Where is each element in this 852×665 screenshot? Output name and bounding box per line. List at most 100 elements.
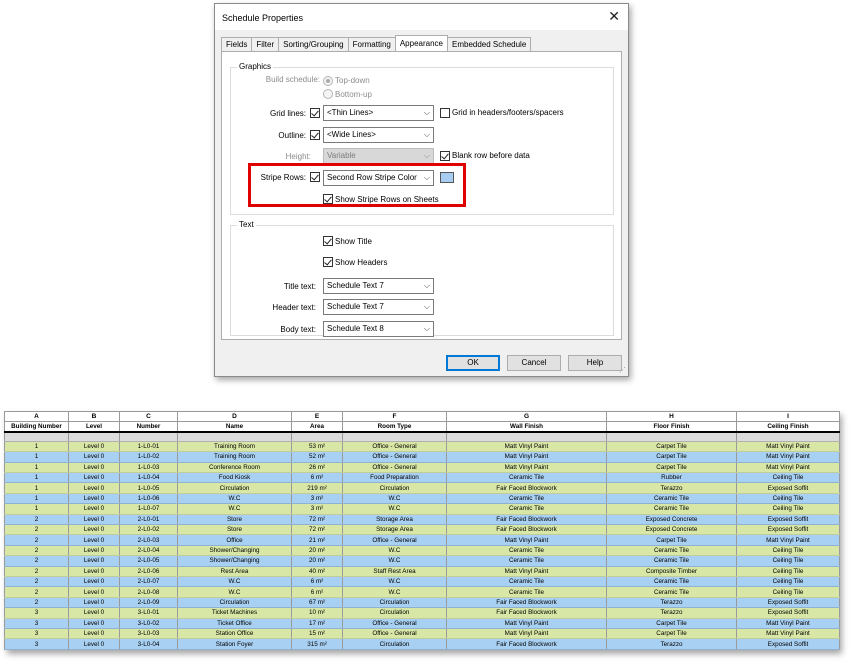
spacer-cell[interactable] [4, 432, 69, 442]
table-cell[interactable]: Level 0 [68, 607, 120, 619]
table-cell[interactable]: 2 [4, 524, 69, 536]
table-cell[interactable]: W.C [342, 586, 447, 598]
spacer-cell[interactable] [177, 432, 292, 442]
spacer-cell[interactable] [736, 432, 840, 442]
column-header[interactable]: Room Type [342, 421, 447, 434]
table-cell[interactable]: Ceiling Tile [736, 566, 840, 577]
table-cell[interactable]: Training Room [177, 441, 292, 453]
table-cell[interactable]: Ceramic Tile [606, 586, 737, 598]
table-cell[interactable]: Ticket Machines [177, 607, 292, 619]
table-cell[interactable]: 6 m² [291, 472, 343, 484]
table-cell[interactable]: Terazzo [606, 482, 737, 494]
table-cell[interactable]: 219 m² [291, 482, 343, 494]
tab-embedded-schedule[interactable]: Embedded Schedule [447, 37, 532, 52]
table-cell[interactable]: Rubber [606, 472, 737, 484]
table-cell[interactable]: Office - General [342, 451, 447, 463]
table-cell[interactable]: Circulation [342, 607, 447, 619]
outline-checkbox[interactable] [310, 130, 320, 140]
table-cell[interactable]: Ceiling Tile [736, 493, 840, 505]
table-cell[interactable]: 315 m² [291, 638, 343, 650]
table-cell[interactable]: W.C [342, 545, 447, 557]
table-cell[interactable]: Ceramic Tile [606, 576, 737, 588]
table-cell[interactable]: Matt Vinyl Paint [446, 451, 607, 463]
table-cell[interactable]: Matt Vinyl Paint [446, 628, 607, 640]
table-cell[interactable]: 3 [4, 638, 69, 650]
table-cell[interactable]: Fair Faced Blockwork [446, 482, 607, 494]
top-down-radio[interactable] [323, 76, 333, 86]
table-cell[interactable]: 1 [4, 503, 69, 515]
table-cell[interactable]: Ceramic Tile [606, 545, 737, 557]
table-cell[interactable]: Exposed Soffit [736, 607, 840, 619]
table-cell[interactable]: Matt Vinyl Paint [446, 566, 607, 577]
table-cell[interactable]: Storage Area [342, 514, 447, 526]
column-header[interactable]: Name [177, 421, 292, 434]
table-cell[interactable]: Ceramic Tile [606, 493, 737, 505]
table-cell[interactable]: Level 0 [68, 638, 120, 650]
table-cell[interactable]: Terazzo [606, 607, 737, 619]
table-cell[interactable]: Matt Vinyl Paint [736, 628, 840, 640]
table-cell[interactable]: Shower/Changing [177, 545, 292, 557]
table-cell[interactable]: 3-L0-03 [119, 628, 178, 640]
table-cell[interactable]: Office - General [342, 628, 447, 640]
table-cell[interactable]: Level 0 [68, 462, 120, 474]
body-text-dropdown[interactable]: Schedule Text 8 ⌵ [323, 321, 434, 337]
table-cell[interactable]: Level 0 [68, 586, 120, 598]
table-cell[interactable]: Level 0 [68, 545, 120, 557]
table-cell[interactable]: Ceramic Tile [446, 472, 607, 484]
column-header[interactable]: Level [68, 421, 120, 434]
table-cell[interactable]: 3-L0-04 [119, 638, 178, 650]
tab-sorting-grouping[interactable]: Sorting/Grouping [278, 37, 349, 52]
table-cell[interactable]: Level 0 [68, 576, 120, 588]
table-cell[interactable]: 2-L0-08 [119, 586, 178, 598]
table-cell[interactable]: Composite Timber [606, 566, 737, 577]
column-letter[interactable]: B [68, 410, 120, 423]
outline-dropdown[interactable]: <Wide Lines> ⌵ [323, 127, 434, 143]
bottom-up-radio[interactable] [323, 89, 333, 99]
table-cell[interactable]: 2 [4, 545, 69, 557]
table-cell[interactable]: 53 m² [291, 441, 343, 453]
table-cell[interactable]: Level 0 [68, 451, 120, 463]
table-cell[interactable]: Ceramic Tile [446, 545, 607, 557]
table-cell[interactable]: Level 0 [68, 566, 120, 577]
table-cell[interactable]: 3 m² [291, 503, 343, 515]
table-cell[interactable]: 2-L0-01 [119, 514, 178, 526]
table-cell[interactable]: 2 [4, 597, 69, 609]
table-cell[interactable]: 3-L0-02 [119, 618, 178, 629]
table-cell[interactable]: 1-L0-04 [119, 472, 178, 484]
column-header[interactable]: Number [119, 421, 178, 434]
table-cell[interactable]: Office - General [342, 618, 447, 629]
spacer-cell[interactable] [606, 432, 737, 442]
table-cell[interactable]: Carpet Tile [606, 618, 737, 629]
column-letter[interactable]: G [446, 410, 607, 423]
table-cell[interactable]: 52 m² [291, 451, 343, 463]
tab-appearance[interactable]: Appearance [394, 35, 448, 51]
table-cell[interactable]: 20 m² [291, 555, 343, 567]
column-letter[interactable]: C [119, 410, 178, 423]
table-cell[interactable]: Carpet Tile [606, 451, 737, 463]
table-cell[interactable]: Office - General [342, 441, 447, 453]
column-letter[interactable]: E [291, 410, 343, 423]
table-cell[interactable]: 3 [4, 607, 69, 619]
table-cell[interactable]: Exposed Soffit [736, 514, 840, 526]
column-letter[interactable]: F [342, 410, 447, 423]
table-cell[interactable]: 1 [4, 462, 69, 474]
table-cell[interactable]: 1-L0-06 [119, 493, 178, 505]
table-cell[interactable]: Office - General [342, 534, 447, 546]
ok-button[interactable]: OK [446, 355, 500, 371]
table-cell[interactable]: Matt Vinyl Paint [736, 618, 840, 629]
table-cell[interactable]: Food Kiosk [177, 472, 292, 484]
table-cell[interactable]: Store [177, 514, 292, 526]
table-cell[interactable]: Level 0 [68, 482, 120, 494]
table-cell[interactable]: 2-L0-06 [119, 566, 178, 577]
table-cell[interactable]: Ceramic Tile [446, 555, 607, 567]
spacer-cell[interactable] [291, 432, 343, 442]
table-cell[interactable]: 3-L0-01 [119, 607, 178, 619]
table-cell[interactable]: W.C [342, 576, 447, 588]
table-cell[interactable]: Fair Faced Blockwork [446, 597, 607, 609]
spacer-cell[interactable] [68, 432, 120, 442]
table-cell[interactable]: Level 0 [68, 503, 120, 515]
table-cell[interactable]: Ceramic Tile [446, 493, 607, 505]
table-cell[interactable]: Ceramic Tile [446, 586, 607, 598]
table-cell[interactable]: 40 m² [291, 566, 343, 577]
table-cell[interactable]: 1-L0-03 [119, 462, 178, 474]
